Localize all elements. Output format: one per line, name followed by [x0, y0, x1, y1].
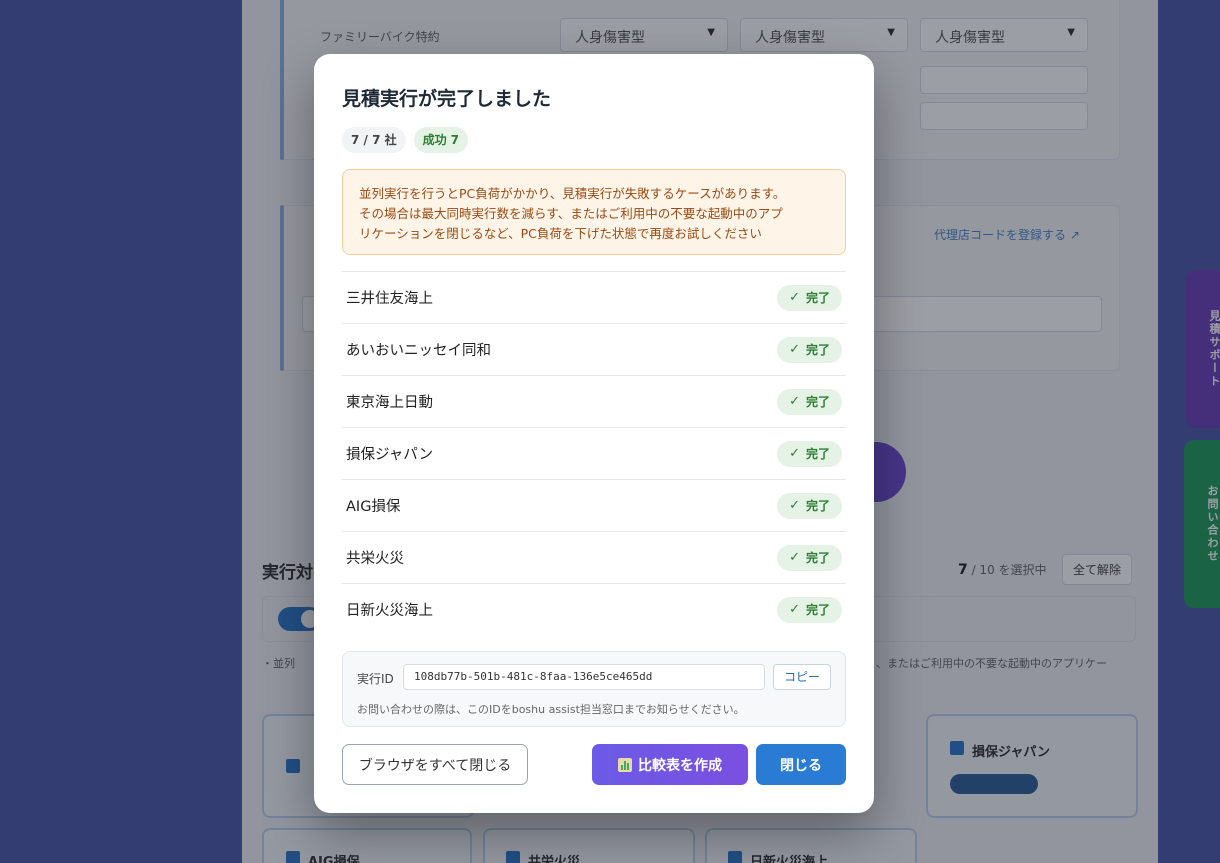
- check-icon: ✓: [789, 393, 800, 409]
- status-badge: ✓ 完了: [777, 544, 842, 571]
- check-icon: ✓: [789, 289, 800, 305]
- list-item: 共栄火災 ✓ 完了: [342, 531, 846, 583]
- status-text: 完了: [805, 498, 830, 513]
- list-item: AIG損保 ✓ 完了: [342, 479, 846, 531]
- list-item: 損保ジャパン ✓ 完了: [342, 427, 846, 479]
- success-chip: 成功 7: [413, 127, 468, 153]
- company-count-chip: 7 / 7 社: [342, 127, 406, 153]
- company-name: 日新火災海上: [346, 603, 433, 619]
- company-name: あいおいニッセイ同和: [346, 343, 491, 359]
- copy-button[interactable]: コピー: [773, 664, 831, 690]
- create-comparison-button[interactable]: 比較表を作成: [592, 744, 748, 785]
- dialog-title: 見積実行が完了しました: [342, 88, 552, 110]
- status-text: 完了: [805, 342, 830, 357]
- success-label: 成功: [422, 133, 447, 147]
- check-icon: ✓: [789, 549, 800, 565]
- close-button[interactable]: 閉じる: [756, 744, 846, 785]
- status-text: 完了: [805, 446, 830, 461]
- list-item: あいおいニッセイ同和 ✓ 完了: [342, 323, 846, 375]
- status-badge: ✓ 完了: [777, 492, 842, 519]
- check-icon: ✓: [789, 497, 800, 513]
- status-text: 完了: [805, 394, 830, 409]
- list-item: 三井住友海上 ✓ 完了: [342, 271, 846, 323]
- execution-id-panel: 実行ID 108db77b-501b-481c-8faa-136e5ce465d…: [342, 651, 846, 727]
- list-item: 東京海上日動 ✓ 完了: [342, 375, 846, 427]
- warning-box: 並列実行を行うとPC負荷がかかり、見積実行が失敗するケースがあります。 その場合…: [342, 169, 846, 255]
- warning-line: リケーションを閉じるなど、PC負荷を下げた状態で再度お試しください: [359, 226, 762, 241]
- execution-id-note: お問い合わせの際は、このIDをboshu assist担当窓口までお知らせくださ…: [357, 703, 745, 716]
- list-item: 日新火災海上 ✓ 完了: [342, 583, 846, 635]
- result-chips: 7 / 7 社 成功 7: [342, 127, 468, 153]
- completion-dialog: 見積実行が完了しました 7 / 7 社 成功 7 並列実行を行うとPC負荷がかかり…: [314, 54, 874, 813]
- company-name: 損保ジャパン: [346, 447, 433, 463]
- company-name: 共栄火災: [346, 551, 404, 567]
- status-text: 完了: [805, 602, 830, 617]
- execution-id-label: 実行ID: [357, 672, 394, 686]
- status-badge: ✓ 完了: [777, 440, 842, 467]
- status-text: 完了: [805, 290, 830, 305]
- success-count: 7: [450, 133, 459, 147]
- status-badge: ✓ 完了: [777, 596, 842, 623]
- status-badge: ✓ 完了: [777, 336, 842, 363]
- execution-id-field[interactable]: 108db77b-501b-481c-8faa-136e5ce465dd: [403, 664, 765, 690]
- bar-chart-icon: [618, 757, 632, 772]
- check-icon: ✓: [789, 601, 800, 617]
- warning-line: 並列実行を行うとPC負荷がかかり、見積実行が失敗するケースがあります。: [359, 186, 786, 201]
- warning-line: その場合は最大同時実行数を減らす、またはご利用中の不要な起動中のアプ: [359, 206, 783, 221]
- company-name: 東京海上日動: [346, 395, 433, 411]
- status-badge: ✓ 完了: [777, 388, 842, 415]
- company-result-list: 三井住友海上 ✓ 完了 あいおいニッセイ同和 ✓ 完了 東京海上日動 ✓ 完了 損保ジ…: [342, 271, 846, 635]
- status-badge: ✓ 完了: [777, 284, 842, 311]
- company-name: AIG損保: [346, 499, 401, 515]
- close-all-browsers-button[interactable]: ブラウザをすべて閉じる: [342, 744, 528, 785]
- create-comparison-label: 比較表を作成: [638, 757, 722, 774]
- status-text: 完了: [805, 550, 830, 565]
- company-name: 三井住友海上: [346, 291, 433, 307]
- check-icon: ✓: [789, 445, 800, 461]
- check-icon: ✓: [789, 341, 800, 357]
